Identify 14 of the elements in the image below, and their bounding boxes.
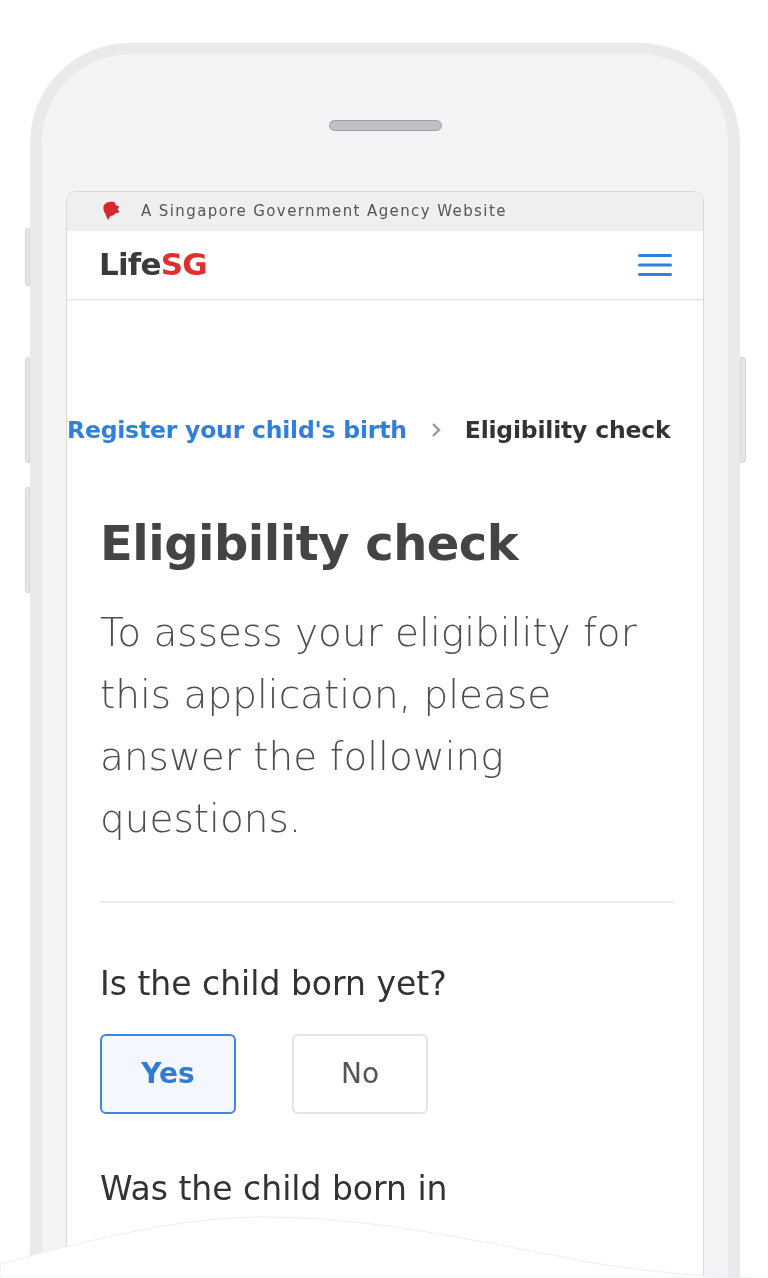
lion-head-icon [101,200,121,223]
lifesg-logo[interactable]: LifeSG [99,249,207,281]
intro-text: To assess your eligibility for this application, please answer the following questions. [100,608,638,843]
gov-banner-text: A Singapore Government Agency Website [141,200,507,222]
menu-button[interactable] [638,251,672,278]
breadcrumb-link[interactable]: Register your child's birth [67,413,407,446]
menu-icon [638,252,672,277]
question-text: Is the child born yet? [100,962,448,1005]
page-title: Eligibility check [100,513,521,573]
answer-option[interactable]: No [292,1033,428,1114]
question-text: Was the child born in [100,1167,449,1210]
chevron-right-icon [430,421,441,438]
breadcrumb-current: Eligibility check [464,414,671,446]
answer-option[interactable]: Yes [100,1033,236,1114]
